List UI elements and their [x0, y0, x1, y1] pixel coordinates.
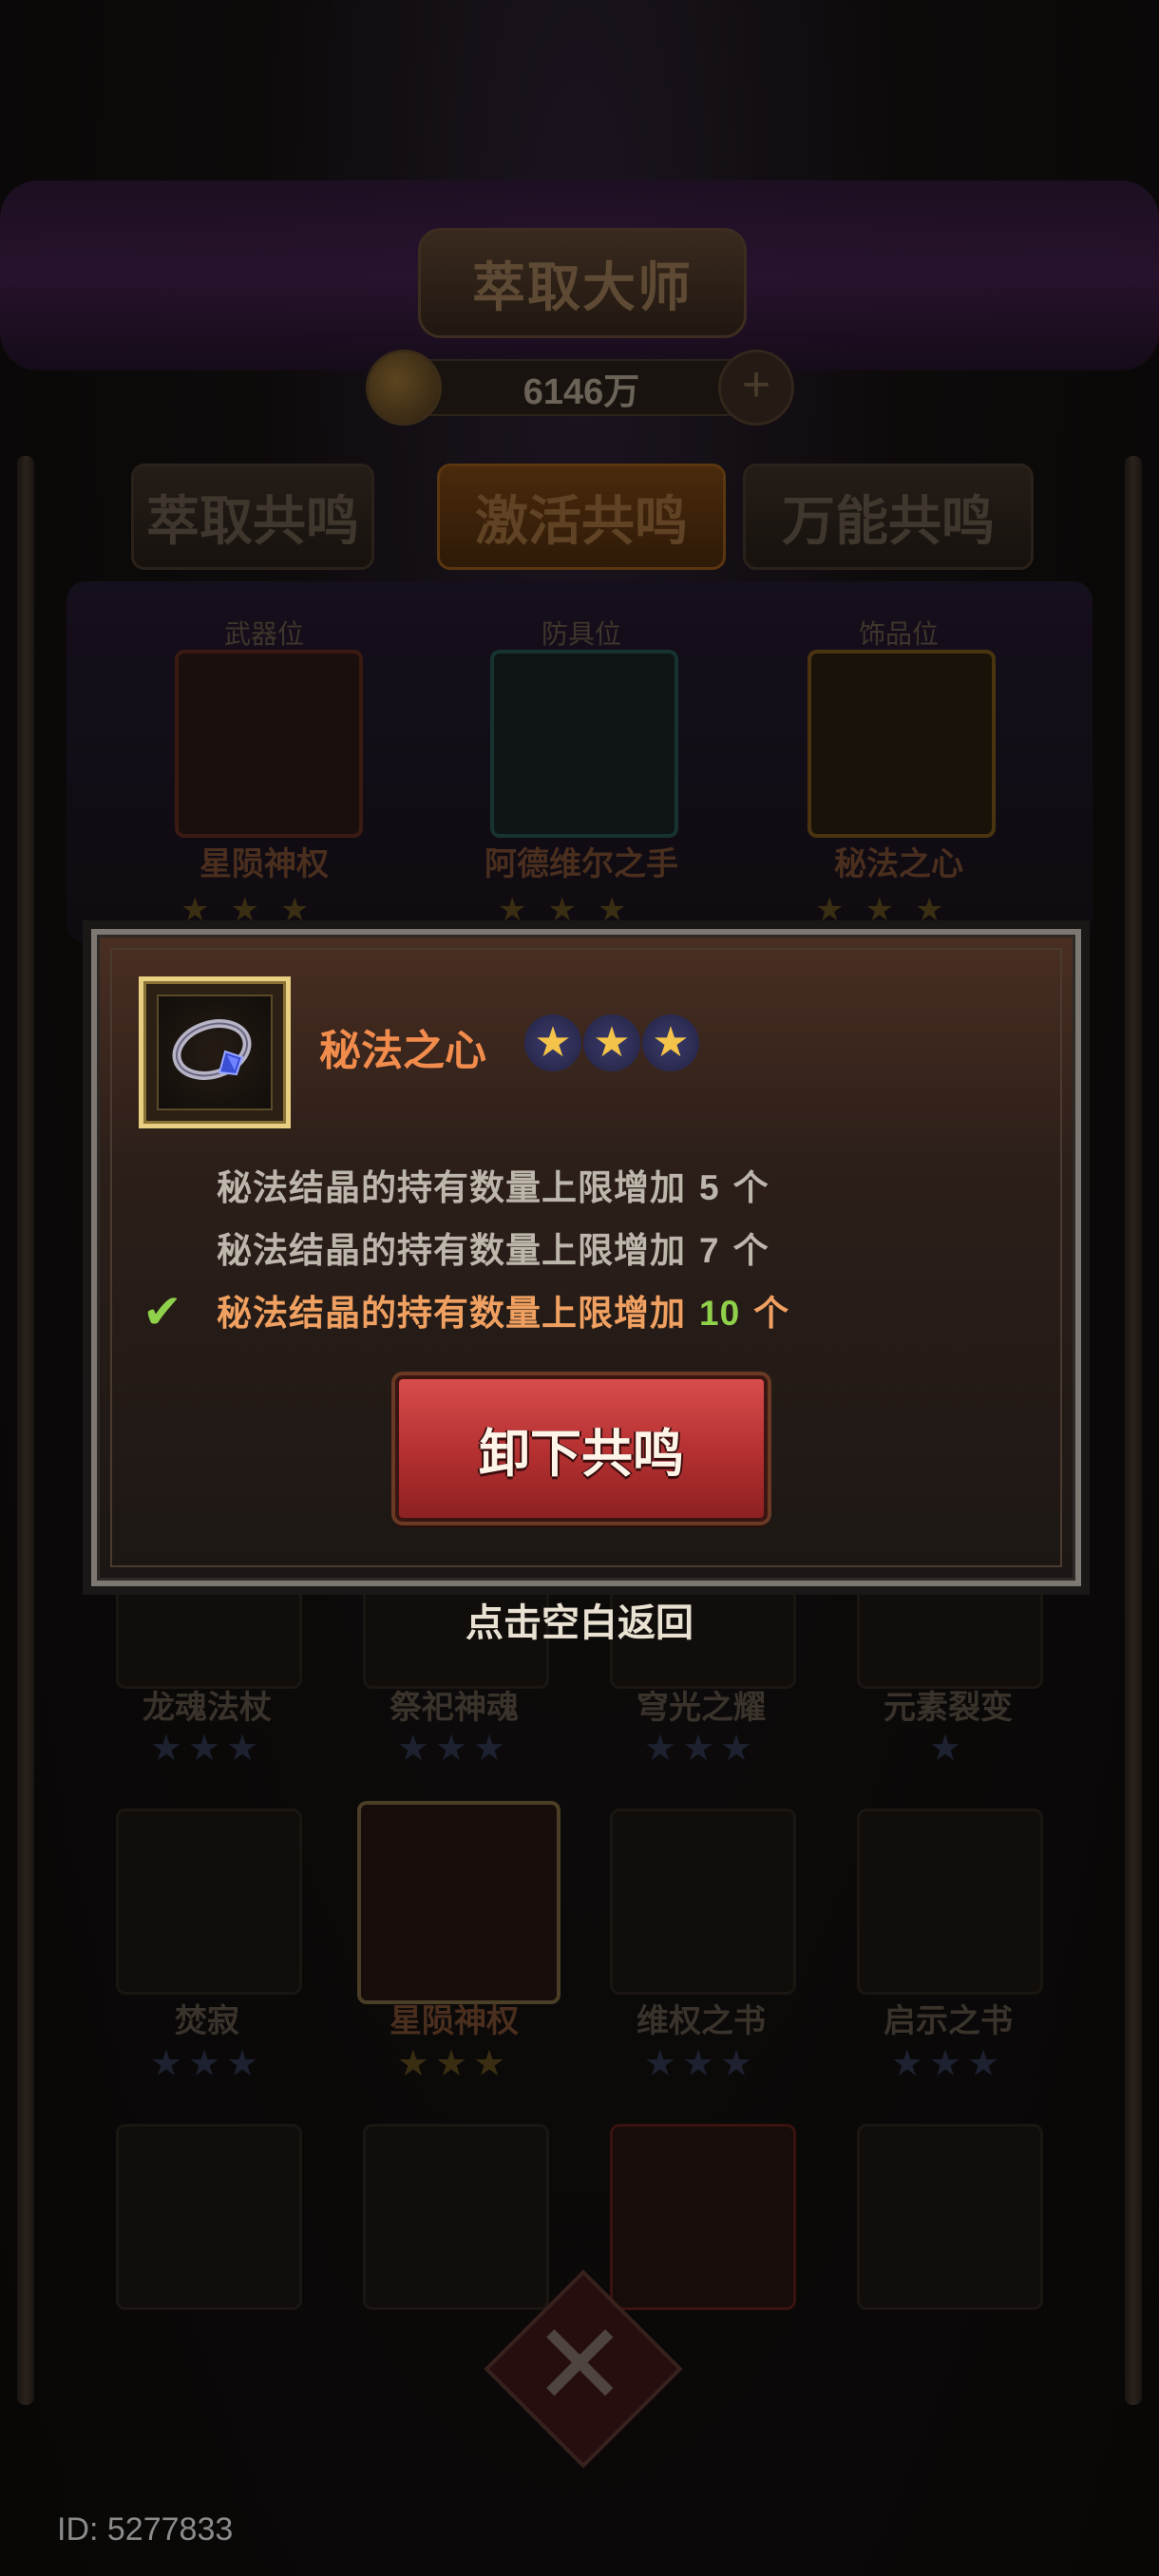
grid-item-name: 龙魂法杖 — [142, 1690, 272, 1726]
item-name: 秘法之心 — [319, 1028, 486, 1074]
grid-item-name: 焚寂 — [175, 2003, 239, 2039]
slot-stars-weapon: ★★★ — [180, 892, 331, 928]
slot-stars-accessory: ★★★ — [815, 892, 965, 928]
slot-name-weapon: 星陨神权 — [200, 846, 329, 882]
tab-activate[interactable]: 激活共鸣 — [437, 464, 726, 570]
unequip-resonance-button[interactable]: 卸下共鸣 — [395, 1375, 768, 1522]
star-icon: ★ — [583, 1014, 640, 1071]
slot-stars-armor: ★★★ — [498, 892, 648, 928]
left-frame — [17, 456, 34, 2405]
slot-weapon[interactable] — [175, 650, 363, 838]
star-icon: ★ — [524, 1014, 581, 1071]
grid-item[interactable] — [857, 2124, 1043, 2310]
tab-universal[interactable]: 万能共鸣 — [743, 464, 1034, 570]
grid-item-name: 维权之书 — [636, 2003, 766, 2039]
grid-item[interactable] — [363, 2124, 549, 2310]
page-title: 萃取大师 — [418, 228, 747, 338]
slot-label-armor: 防具位 — [541, 619, 621, 649]
grid-item-name: 祭祀神魂 — [390, 1690, 519, 1726]
coin-icon — [366, 350, 442, 426]
slot-armor[interactable] — [490, 650, 678, 838]
grid-item-stars: ★ — [928, 1729, 968, 1769]
grid-item-name: 启示之书 — [884, 2003, 1013, 2039]
grid-item[interactable] — [116, 2124, 302, 2310]
slot-accessory[interactable] — [808, 650, 996, 838]
slot-label-weapon: 武器位 — [223, 619, 304, 649]
grid-item-stars: ★★★ — [890, 2044, 1006, 2084]
grid-item-name: 元素裂变 — [884, 1690, 1013, 1726]
grid-item-stars: ★★★ — [396, 2044, 512, 2084]
grid-item-selected[interactable] — [357, 1801, 560, 2004]
grid-item-stars: ★★★ — [643, 1729, 759, 1769]
slot-name-accessory: 秘法之心 — [834, 846, 963, 882]
effect-line-1: 秘法结晶的持有数量上限增加 5 个 — [217, 1168, 770, 1207]
player-id: ID: 5277833 — [57, 2511, 234, 2548]
grid-item[interactable] — [857, 1809, 1043, 1995]
ring-icon — [172, 1019, 252, 1080]
effect-line-2: 秘法结晶的持有数量上限增加 7 个 — [217, 1231, 770, 1270]
grid-item-stars: ★★★ — [149, 1729, 265, 1769]
slot-name-armor: 阿德维尔之手 — [484, 846, 678, 882]
right-frame — [1125, 456, 1142, 2405]
crossed-swords-icon: ✕ — [532, 2301, 628, 2429]
grid-item-stars: ★★★ — [396, 1729, 512, 1769]
grid-item[interactable] — [610, 1809, 796, 1995]
star-icon: ★ — [642, 1014, 699, 1071]
grid-item-stars: ★★★ — [149, 2044, 265, 2084]
grid-item-stars: ★★★ — [643, 2044, 759, 2084]
grid-item-name: 星陨神权 — [390, 2003, 519, 2039]
tab-extract[interactable]: 萃取共鸣 — [131, 464, 374, 570]
grid-item[interactable] — [610, 2124, 796, 2310]
item-stars: ★ ★ ★ — [524, 1014, 699, 1071]
check-icon: ✔ — [142, 1285, 182, 1338]
grid-item-name: 穹光之耀 — [636, 1690, 766, 1726]
currency-display: 6146万 — [399, 359, 764, 416]
grid-item[interactable] — [116, 1809, 302, 1995]
slot-label-accessory: 饰品位 — [858, 619, 939, 649]
add-currency-button[interactable]: + — [718, 350, 794, 426]
tap-blank-to-return-hint: 点击空白返回 — [466, 1602, 694, 1644]
effect-line-3-active: 秘法结晶的持有数量上限增加 10 个 — [217, 1294, 790, 1333]
item-icon-frame — [139, 976, 291, 1128]
